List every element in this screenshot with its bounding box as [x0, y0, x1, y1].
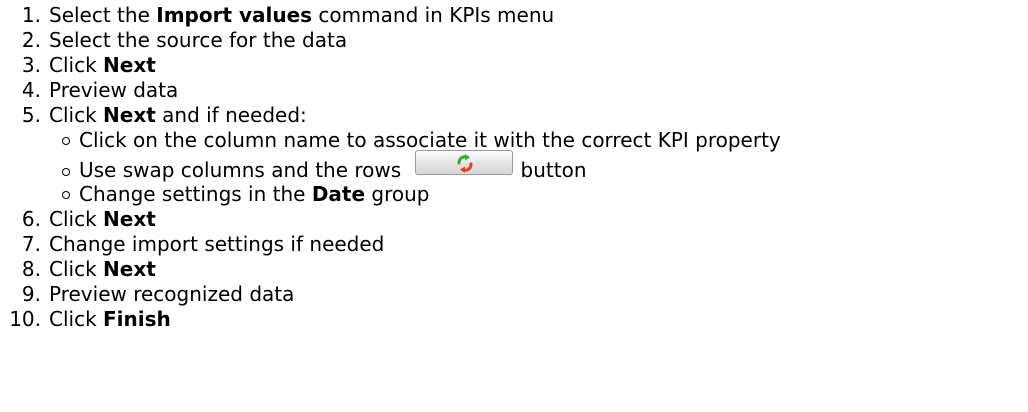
step-text: Click — [49, 307, 104, 331]
substep-bold-text: Date — [311, 182, 366, 206]
step-text: command in KPIs menu — [312, 3, 555, 27]
step-bold-text: Finish — [103, 307, 171, 331]
substep-1: Click on the column name to associate it… — [0, 128, 1028, 153]
substep-text: Click on the column name to associate it… — [79, 128, 781, 152]
step-bold-text: Next — [103, 207, 156, 231]
step-9: 9. Preview recognized data — [0, 282, 1028, 307]
step-6: 6. Click Next — [0, 207, 1028, 232]
substep-text: Use swap columns and the rows — [79, 158, 408, 182]
step-number: 5. — [21, 103, 41, 127]
substep-text: Change settings in the — [79, 182, 312, 206]
step-number: 10. — [9, 307, 41, 331]
step-number: 6. — [21, 207, 41, 231]
step-bold-text: Next — [103, 103, 156, 127]
step-text: Change import settings if needed — [49, 232, 385, 256]
substep-3: Change settings in the Date group — [0, 182, 1028, 207]
swap-icon — [457, 154, 473, 173]
step-10: 10. Click Finish — [0, 307, 1028, 332]
step-number: 1. — [21, 3, 41, 27]
instruction-list: 1. Select the Import values command in KP… — [0, 3, 1028, 332]
step-text: Preview data — [49, 78, 179, 102]
step-text: Click — [49, 207, 104, 231]
step-5: 5. Click Next and if needed: — [0, 103, 1028, 128]
step-number: 7. — [21, 232, 41, 256]
step-text: Select the source for the data — [49, 28, 348, 52]
step-8: 8. Click Next — [0, 257, 1028, 282]
step-text: Select the — [49, 3, 157, 27]
step-number: 9. — [21, 282, 41, 306]
step-text: Click — [49, 103, 104, 127]
step-bold-text: Next — [103, 257, 156, 281]
step-number: 2. — [21, 28, 41, 52]
step-4: 4. Preview data — [0, 78, 1028, 103]
step-text: Click — [49, 53, 104, 77]
step-number: 4. — [21, 78, 41, 102]
step-text: and if needed: — [155, 103, 307, 127]
step-2: 2. Select the source for the data — [0, 28, 1028, 53]
step-1: 1. Select the Import values command in KP… — [0, 3, 1028, 28]
step-3: 3. Click Next — [0, 53, 1028, 78]
substep-list-wrapper: Click on the column name to associate it… — [0, 128, 1028, 207]
step-number: 8. — [21, 257, 41, 281]
substep-2: Use swap columns and the rows button — [0, 150, 1028, 182]
step-bold-text: Import values — [156, 3, 313, 27]
substep-text: button — [520, 158, 587, 182]
substep-list: Click on the column name to associate it… — [0, 128, 1028, 207]
step-bold-text: Next — [103, 53, 156, 77]
substep-text: group — [365, 182, 430, 206]
step-text: Preview recognized data — [49, 282, 295, 306]
swap-columns-rows-button[interactable] — [414, 150, 513, 175]
step-text: Click — [49, 257, 104, 281]
step-number: 3. — [21, 53, 41, 77]
step-7: 7. Change import settings if needed — [0, 232, 1028, 257]
